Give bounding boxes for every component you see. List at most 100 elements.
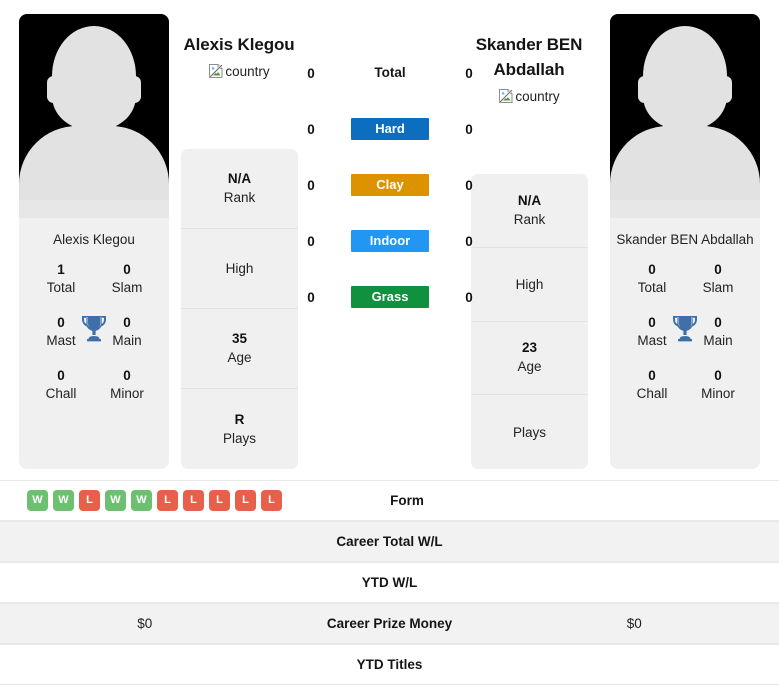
surface-label-total: Total — [374, 65, 406, 80]
info-label: Age — [517, 359, 542, 375]
surface-row-clay: 0 Clay 0 — [300, 174, 480, 196]
stat-chall-left: 0 Chall — [33, 367, 89, 403]
stat-label: Chall — [45, 386, 77, 401]
table-row-career-total-wl: Career Total W/L — [0, 521, 779, 562]
titles-row: 0 Chall 0 Minor — [25, 367, 163, 403]
surface-comparison-list: 0 Total 0 0 Hard 0 0 Clay 0 0 Indoor 0 0… — [300, 62, 480, 342]
titles-row: 1 Total 0 Slam — [25, 261, 163, 297]
form-badge-loss[interactable]: L — [235, 490, 256, 511]
country-alt-text: country — [515, 88, 560, 104]
stat-main-left: 0 Main — [99, 314, 155, 350]
photo-bottom-strip — [19, 200, 169, 218]
form-badge-win[interactable]: W — [131, 490, 152, 511]
info-value: R — [234, 411, 245, 427]
form-badge-win[interactable]: W — [105, 490, 126, 511]
stat-value: 0 — [714, 315, 722, 330]
info-plays-right: Plays — [471, 395, 588, 469]
surface-right-value: 0 — [465, 289, 473, 305]
stat-label: Minor — [110, 386, 144, 401]
form-badge-loss[interactable]: L — [261, 490, 282, 511]
table-row-label: YTD W/L — [361, 575, 418, 590]
player-header-left: Alexis Klegou country — [159, 32, 319, 79]
stat-label: Main — [703, 333, 733, 348]
form-badge-loss[interactable]: L — [209, 490, 230, 511]
surface-right-value: 0 — [465, 233, 473, 249]
stat-label: Total — [46, 280, 76, 295]
surface-label-grass[interactable]: Grass — [351, 286, 429, 308]
table-row-label: Career Prize Money — [326, 616, 453, 631]
stat-value: 0 — [648, 368, 656, 383]
form-badge-win[interactable]: W — [53, 490, 74, 511]
broken-image-icon — [499, 89, 514, 103]
player-titles-grid-left: 1 Total 0 Slam 0 Mast 0 Main 0 Chall 0 M… — [19, 261, 169, 403]
table-cell-right: $0 — [626, 616, 642, 631]
player-photo-caption-right: Skander BEN Abdallah — [616, 232, 754, 247]
info-plays-left: R Plays — [181, 389, 298, 469]
info-label: Age — [227, 350, 252, 365]
form-badge-loss[interactable]: L — [183, 490, 204, 511]
titles-row: 0 Total 0 Slam — [616, 261, 754, 297]
form-badge-loss[interactable]: L — [79, 490, 100, 511]
table-row-form: WWLWWLLLLL Form — [0, 480, 779, 521]
info-label: High — [225, 261, 254, 276]
player-avatar-left — [19, 14, 169, 218]
info-high-left: High — [181, 229, 298, 309]
stat-label: Total — [637, 280, 667, 295]
table-row-ytd-wl: YTD W/L — [0, 562, 779, 603]
player-name-left[interactable]: Alexis Klegou — [159, 32, 319, 57]
surface-left-value: 0 — [307, 177, 315, 193]
info-age-left: 35 Age — [181, 309, 298, 389]
stat-minor-left: 0 Minor — [99, 367, 155, 403]
trophy-icon — [673, 316, 697, 342]
stat-label: Slam — [702, 280, 734, 295]
stat-chall-right: 0 Chall — [624, 367, 680, 403]
form-badge-list-left: WWLWWLLLLL — [25, 490, 282, 511]
broken-image-icon — [209, 64, 224, 78]
table-cell-left: $0 — [137, 616, 153, 631]
player-photo-caption-left: Alexis Klegou — [53, 232, 135, 247]
stat-value: 0 — [123, 368, 131, 383]
silhouette-head-icon — [52, 26, 136, 130]
form-badge-loss[interactable]: L — [157, 490, 178, 511]
stat-label: Slam — [111, 280, 143, 295]
stat-value: 0 — [714, 262, 722, 277]
surface-row-hard: 0 Hard 0 — [300, 118, 480, 140]
stat-label: Main — [112, 333, 142, 348]
table-row-label: Form — [390, 493, 424, 508]
stat-value: 0 — [648, 262, 656, 277]
stat-total-left: 1 Total — [33, 261, 89, 297]
table-row-ytd-titles: YTD Titles — [0, 644, 779, 685]
table-row-label: Career Total W/L — [336, 534, 443, 549]
photo-bottom-strip — [610, 200, 760, 218]
surface-row-grass: 0 Grass 0 — [300, 286, 480, 308]
table-row-career-prize-money: $0 Career Prize Money $0 — [0, 603, 779, 644]
surface-left-value: 0 — [307, 65, 315, 81]
player-titles-grid-right: 0 Total 0 Slam 0 Mast 0 Main 0 Chall 0 M… — [610, 261, 760, 403]
surface-left-value: 0 — [307, 121, 315, 137]
stat-value: 1 — [57, 262, 65, 277]
surface-label-clay[interactable]: Clay — [351, 174, 429, 196]
surface-row-indoor: 0 Indoor 0 — [300, 230, 480, 252]
stat-slam-right: 0 Slam — [690, 261, 746, 297]
player-info-card-left: N/A Rank High 35 Age R Plays — [181, 149, 298, 469]
info-age-right: 23 Age — [471, 322, 588, 396]
surface-right-value: 0 — [465, 65, 473, 81]
info-label: Plays — [512, 424, 546, 440]
info-label: Rank — [223, 190, 256, 205]
info-value: N/A — [517, 192, 542, 208]
surface-label-hard[interactable]: Hard — [351, 118, 429, 140]
info-value: N/A — [227, 171, 252, 186]
form-badge-win[interactable]: W — [27, 490, 48, 511]
form-cell-left: WWLWWLLLLL — [25, 490, 282, 511]
player-comparison-panel: Alexis Klegou 1 Total 0 Slam 0 Mast 0 Ma… — [0, 0, 779, 480]
silhouette-ear-left-icon — [47, 76, 60, 103]
stat-label: Minor — [701, 386, 735, 401]
surface-right-value: 0 — [465, 121, 473, 137]
player-photo-card-left: Alexis Klegou 1 Total 0 Slam 0 Mast 0 Ma… — [19, 14, 169, 469]
info-label: High — [515, 276, 544, 292]
info-value: 35 — [231, 331, 248, 346]
surface-label-indoor[interactable]: Indoor — [351, 230, 429, 252]
stat-slam-left: 0 Slam — [99, 261, 155, 297]
info-label: Rank — [513, 211, 546, 227]
silhouette-ear-right-icon — [128, 76, 141, 103]
